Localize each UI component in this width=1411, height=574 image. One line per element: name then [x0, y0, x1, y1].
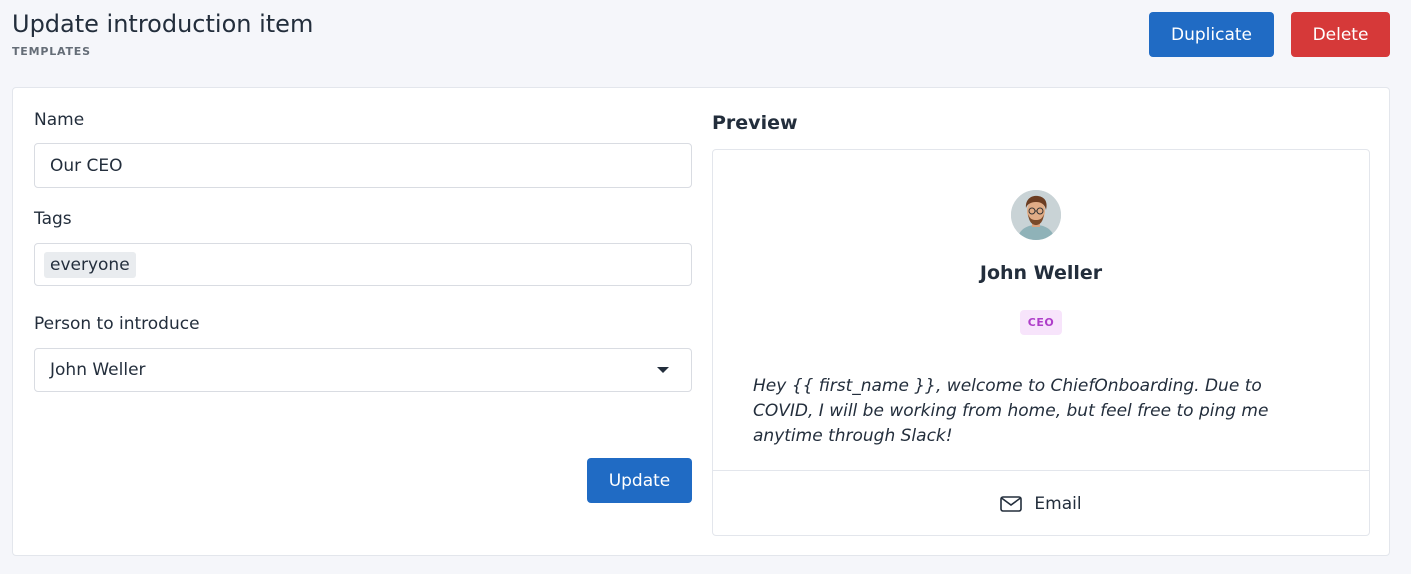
page-pretitle: TEMPLATES [12, 45, 91, 58]
duplicate-button[interactable]: Duplicate [1149, 12, 1274, 57]
tag-chip[interactable]: everyone [44, 251, 136, 278]
preview-title: Preview [712, 112, 798, 134]
person-select-value: John Weller [50, 360, 146, 380]
name-input-value: Our CEO [50, 155, 123, 176]
name-input[interactable]: Our CEO [34, 143, 692, 188]
delete-button[interactable]: Delete [1291, 12, 1390, 57]
page-title: Update introduction item [12, 10, 314, 38]
email-link[interactable]: Email [713, 471, 1369, 536]
person-select[interactable]: John Weller [34, 348, 692, 392]
person-label: Person to introduce [34, 314, 200, 334]
email-label: Email [1034, 493, 1082, 514]
avatar-photo [1011, 190, 1061, 240]
role-badge: CEO [1020, 310, 1062, 335]
intro-message: Hey {{ first_name }}, welcome to ChiefOn… [753, 376, 1269, 446]
tags-input[interactable]: everyone [34, 243, 692, 286]
form-card: Name Our CEO Tags everyone Person to int… [12, 87, 1390, 556]
update-button[interactable]: Update [587, 458, 692, 503]
avatar [1011, 190, 1061, 240]
preview-card: John Weller CEO Hey {{ first_name }}, we… [712, 149, 1370, 536]
chevron-down-icon [657, 367, 669, 373]
person-name: John Weller [979, 262, 1103, 284]
mail-icon [1000, 495, 1023, 512]
tags-label: Tags [34, 209, 72, 229]
name-label: Name [34, 110, 85, 130]
